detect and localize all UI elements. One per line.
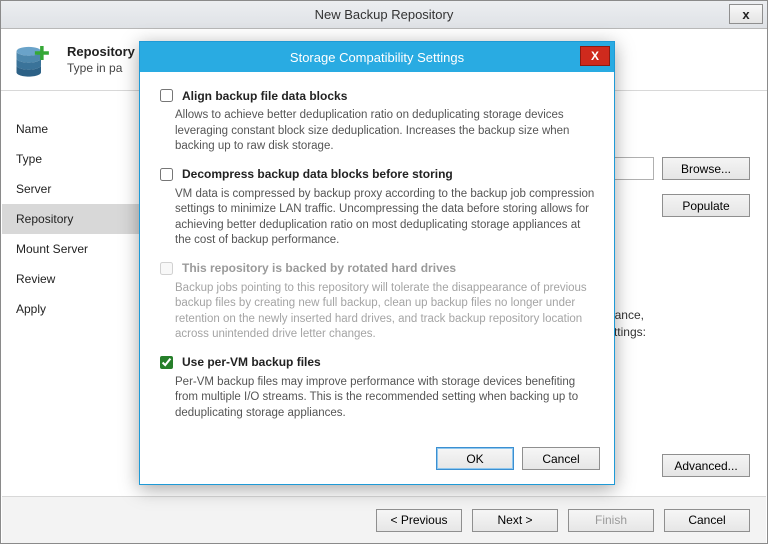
wizard-header-text: Repository Type in pa — [67, 44, 135, 75]
populate-button[interactable]: Populate — [662, 194, 750, 217]
option-rotated-label: This repository is backed by rotated har… — [182, 261, 456, 275]
dialog-close-button[interactable]: X — [580, 46, 610, 66]
dialog-footer: OK Cancel — [140, 443, 614, 484]
finish-button: Finish — [568, 509, 654, 532]
advanced-button[interactable]: Advanced... — [662, 454, 750, 477]
wizard-title: New Backup Repository — [1, 7, 767, 22]
option-rotated-head: This repository is backed by rotated har… — [156, 259, 598, 278]
option-rotated-checkbox — [160, 262, 173, 275]
option-align-desc: Allows to achieve better deduplication r… — [175, 108, 598, 155]
repository-icon — [13, 39, 55, 81]
option-pervm-checkbox[interactable] — [160, 356, 173, 369]
option-decompress-checkbox[interactable] — [160, 168, 173, 181]
cancel-button[interactable]: Cancel — [664, 509, 750, 532]
option-rotated-desc: Backup jobs pointing to this repository … — [175, 281, 598, 343]
option-decompress: Decompress backup data blocks before sto… — [156, 165, 598, 249]
wizard-window: New Backup Repository x Repository Type … — [0, 0, 768, 544]
option-pervm: Use per-VM backup files Per-VM backup fi… — [156, 353, 598, 422]
browse-button[interactable]: Browse... — [662, 157, 750, 180]
option-align-checkbox[interactable] — [160, 89, 173, 102]
option-decompress-label: Decompress backup data blocks before sto… — [182, 167, 453, 181]
option-align-head[interactable]: Align backup file data blocks — [156, 86, 598, 105]
dialog-ok-button[interactable]: OK — [436, 447, 514, 470]
page-title: Repository — [67, 44, 135, 59]
dialog-title: Storage Compatibility Settings — [140, 50, 614, 65]
wizard-close-button[interactable]: x — [729, 4, 763, 24]
close-icon: X — [591, 49, 599, 63]
option-align-label: Align backup file data blocks — [182, 89, 347, 103]
next-button[interactable]: Next > — [472, 509, 558, 532]
option-rotated: This repository is backed by rotated har… — [156, 259, 598, 343]
dialog-titlebar: Storage Compatibility Settings X — [140, 42, 614, 72]
dialog-cancel-button[interactable]: Cancel — [522, 447, 600, 470]
option-pervm-desc: Per-VM backup files may improve performa… — [175, 375, 598, 422]
dialog-body: Align backup file data blocks Allows to … — [140, 72, 614, 443]
close-icon: x — [742, 7, 749, 22]
wizard-titlebar: New Backup Repository x — [1, 1, 767, 29]
option-pervm-label: Use per-VM backup files — [182, 355, 321, 369]
option-decompress-head[interactable]: Decompress backup data blocks before sto… — [156, 165, 598, 184]
page-subtitle: Type in pa — [67, 61, 135, 75]
previous-button[interactable]: < Previous — [376, 509, 462, 532]
option-pervm-head[interactable]: Use per-VM backup files — [156, 353, 598, 372]
storage-compatibility-dialog: Storage Compatibility Settings X Align b… — [139, 41, 615, 485]
option-align: Align backup file data blocks Allows to … — [156, 86, 598, 155]
wizard-footer: < Previous Next > Finish Cancel — [2, 496, 766, 543]
option-decompress-desc: VM data is compressed by backup proxy ac… — [175, 187, 598, 249]
